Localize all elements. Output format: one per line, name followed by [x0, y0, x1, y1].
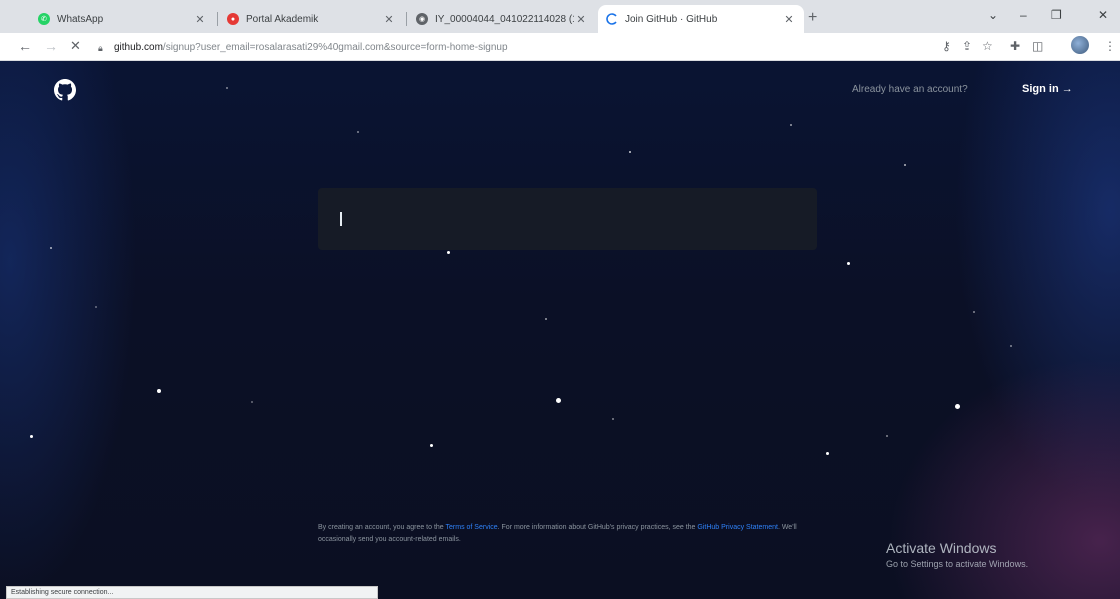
- close-window-button[interactable]: ✕: [1098, 8, 1108, 22]
- star: [1010, 345, 1012, 347]
- star: [50, 247, 52, 249]
- tab-title: Join GitHub · GitHub: [625, 13, 718, 25]
- whatsapp-icon: ✆: [38, 13, 50, 25]
- tab-title: WhatsApp: [57, 13, 104, 25]
- star: [826, 452, 829, 455]
- close-tab-icon[interactable]: ✕: [193, 13, 207, 26]
- browser-window: ✆ WhatsApp ✕ ● Portal Akademik ✕ ◉ IY_00…: [0, 0, 1120, 599]
- loading-spinner-icon: [606, 13, 617, 25]
- bookmark-star-icon[interactable]: ☆: [982, 39, 993, 53]
- tab-title: IY_00004044_041022114028 (1): [435, 13, 574, 25]
- close-tab-icon[interactable]: ✕: [574, 13, 588, 26]
- text-caret: [340, 212, 342, 226]
- terms-text: . For more information about GitHub's pr…: [497, 524, 698, 531]
- star: [226, 87, 228, 89]
- tab-strip: ✆ WhatsApp ✕ ● Portal Akademik ✕ ◉ IY_00…: [0, 0, 1120, 33]
- star: [30, 435, 33, 438]
- url-path: /signup?user_email=rosalarasati29%40gmai…: [162, 41, 508, 53]
- tab-separator: [406, 12, 407, 26]
- star: [955, 404, 960, 409]
- terms-of-service-link[interactable]: Terms of Service: [446, 524, 498, 531]
- tab-document[interactable]: ◉ IY_00004044_041022114028 (1) ✕: [408, 5, 596, 33]
- star: [973, 311, 975, 313]
- menu-kebab-icon[interactable]: ⋮: [1104, 39, 1116, 53]
- star: [886, 435, 888, 437]
- tab-separator: [217, 12, 218, 26]
- forward-button[interactable]: →: [44, 38, 58, 54]
- star: [904, 164, 906, 166]
- status-bubble: Establishing secure connection...: [6, 586, 378, 599]
- tab-join-github[interactable]: Join GitHub · GitHub ✕: [598, 5, 804, 33]
- star: [790, 124, 792, 126]
- profile-avatar[interactable]: [1071, 36, 1089, 54]
- password-key-icon[interactable]: ⚷: [942, 39, 951, 53]
- sign-in-link[interactable]: Sign in →: [1022, 83, 1073, 95]
- terms-notice: By creating an account, you agree to the…: [318, 522, 817, 546]
- github-logo-icon[interactable]: [54, 79, 76, 101]
- address-bar[interactable]: 🔒︎ github.com /signup?user_email=rosalar…: [98, 37, 938, 57]
- star: [847, 262, 850, 265]
- close-tab-icon[interactable]: ✕: [782, 13, 796, 26]
- star: [95, 306, 97, 308]
- tab-portal-akademik[interactable]: ● Portal Akademik ✕: [219, 5, 404, 33]
- star: [612, 418, 614, 420]
- back-button[interactable]: ←: [18, 38, 32, 54]
- lock-icon[interactable]: 🔒︎: [98, 43, 107, 53]
- minimize-button[interactable]: –: [1020, 8, 1027, 22]
- terms-text: By creating an account, you agree to the: [318, 524, 446, 531]
- already-have-account-text: Already have an account?: [852, 84, 968, 95]
- star: [357, 131, 359, 133]
- side-panel-icon[interactable]: ◫: [1032, 39, 1043, 53]
- portal-icon: ●: [227, 13, 239, 25]
- stop-loading-button[interactable]: ✕: [70, 38, 81, 54]
- browser-toolbar: ← → ✕ 🔒︎ github.com /signup?user_email=r…: [0, 33, 1120, 61]
- activate-windows-subtitle: Go to Settings to activate Windows.: [886, 559, 1029, 569]
- tab-whatsapp[interactable]: ✆ WhatsApp ✕: [30, 5, 215, 33]
- tab-search-icon[interactable]: ⌄: [988, 8, 998, 22]
- signup-input-field[interactable]: [318, 188, 817, 250]
- new-tab-button[interactable]: +: [808, 9, 817, 27]
- star: [251, 401, 253, 403]
- star: [556, 398, 561, 403]
- url-host: github.com: [114, 41, 163, 53]
- star: [545, 318, 547, 320]
- star: [447, 251, 450, 254]
- star: [157, 389, 161, 393]
- activate-windows-title: Activate Windows: [886, 540, 997, 556]
- privacy-statement-link[interactable]: GitHub Privacy Statement: [697, 524, 778, 531]
- tab-title: Portal Akademik: [246, 13, 319, 25]
- share-icon[interactable]: ⇪: [962, 39, 972, 53]
- github-signup-page: Already have an account? Sign in → By cr…: [0, 61, 1120, 599]
- extensions-icon[interactable]: ✚: [1010, 39, 1020, 53]
- close-tab-icon[interactable]: ✕: [382, 13, 396, 26]
- star: [430, 444, 433, 447]
- chrome-page-icon: ◉: [416, 13, 428, 25]
- restore-button[interactable]: ❐: [1051, 8, 1062, 22]
- activate-windows-watermark: Activate Windows Go to Settings to activ…: [886, 540, 1028, 569]
- star: [629, 151, 631, 153]
